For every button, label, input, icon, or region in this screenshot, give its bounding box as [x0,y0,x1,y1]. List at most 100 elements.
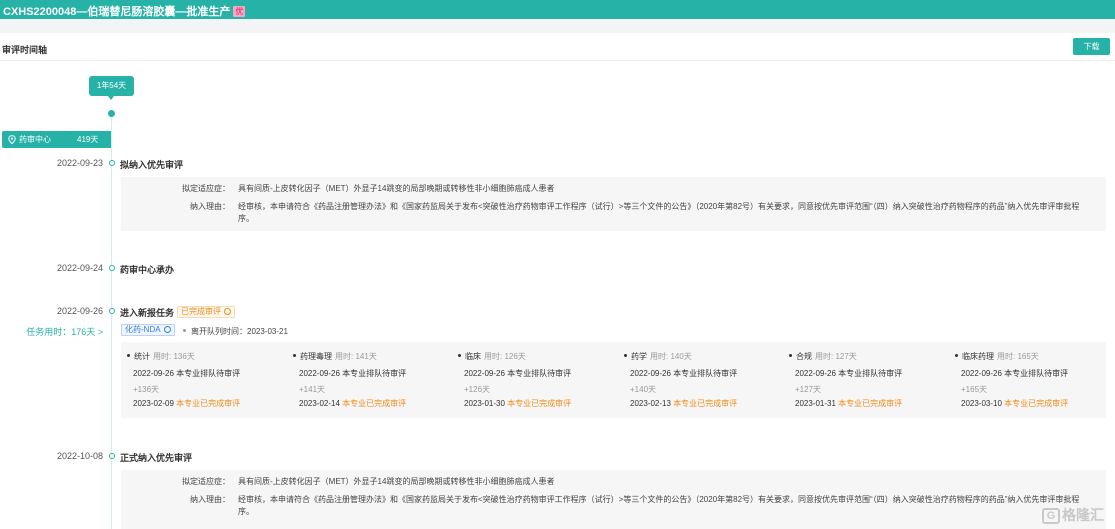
total-duration: 1年54天 [96,81,127,90]
info-value: 具有间质-上皮转化因子（MET）外显子14跳变的局部晚期或转移性非小细胞肺癌成人… [238,184,555,193]
review-done-date: 2023-02-14 [299,399,340,408]
event-date: 2022-10-08 [56,451,103,461]
review-name: 临床 [465,352,481,361]
review-delta: +126天 [464,385,491,394]
event-node [109,453,115,459]
review-column: 药理毒理 用时: 141天 2022-09-26 本专业排队待审评 +141天 2… [287,342,452,418]
review-queue-line: 2022-09-26 本专业排队待审评 [961,369,1069,378]
event-info-box: 拟定适应症： 具有间质-上皮转化因子（MET）外显子14跳变的局部晚期或转移性非… [121,470,1106,529]
review-delta: +165天 [961,385,988,394]
drug-type-tag: 化药-NDA [121,324,175,336]
review-queue-line: 2022-09-26 本专业排队待审评 [464,369,572,378]
leave-queue-time: 离开队列时间：2023-03-21 [183,326,288,337]
info-value: 经审核，本申请符合《药品注册管理办法》和《国家药监局关于发布<突破性治疗药物审评… [238,202,1080,223]
review-column: 临床 用时: 126天 2022-09-26 本专业排队待审评 +126天 202… [452,342,617,418]
review-used: 用时: 126天 [484,352,526,361]
review-delta: +136天 [133,385,160,394]
event-node [109,160,115,166]
review-done-date: 2023-01-31 [795,399,836,408]
review-done-status: 本专业已完成审评 [507,399,572,408]
review-done-date: 2023-03-10 [961,399,1002,408]
review-name: 统计 [134,352,150,361]
leave-queue-text: 离开队列时间：2023-03-21 [191,327,288,336]
event-date: 2022-09-24 [56,263,103,273]
review-name: 药学 [631,352,647,361]
review-name: 合规 [796,352,812,361]
divider [0,60,1115,61]
page: CXHS2200048—伯瑞替尼肠溶胶囊—批准生产优 审评时间轴 下载 1年54… [0,0,1115,529]
review-done-status: 本专业已完成审评 [342,399,407,408]
page-title: CXHS2200048—伯瑞替尼肠溶胶囊—批准生产 [3,6,231,18]
review-column: 临床药理 用时: 165天 2022-09-26 本专业排队待审评 +165天 2… [949,342,1114,418]
bullet-icon [624,354,627,357]
center-days: 419天 [77,135,99,144]
info-key: 纳入理由： [190,202,230,211]
review-name: 临床药理 [962,352,994,361]
info-value: 经审核，本申请符合《药品注册管理办法》和《国家药监局关于发布<突破性治疗药物审评… [238,495,1080,516]
watermark-glyph: G [1042,508,1060,524]
review-used: 用时: 140天 [650,352,692,361]
status-text: 已完成审评 [181,307,221,316]
info-key: 纳入理由： [190,495,230,504]
event-title: 进入新报任务 [120,308,175,318]
drug-type-text: 化药-NDA [125,325,161,334]
total-duration-bubble: 1年54天 [89,76,134,100]
event-node [109,265,115,271]
review-delta: +127天 [795,385,822,394]
location-pin-icon [8,135,16,144]
bullet-icon [127,354,130,357]
review-used: 用时: 141天 [335,352,377,361]
timeline-start-dot [108,110,115,117]
center-bar: 药审中心 419天 [2,131,111,148]
review-done-date: 2023-01-30 [464,399,505,408]
info-key: 拟定适应症： [182,184,230,193]
event-node [109,308,115,314]
review-used: 用时: 127天 [815,352,857,361]
review-done-date: 2023-02-09 [133,399,174,408]
status-badge: 已完成审评 [177,306,235,318]
review-queue-line: 2022-09-26 本专业排队待审评 [299,369,407,378]
bullet-icon [458,354,461,357]
download-button[interactable]: 下载 [1073,38,1110,55]
event-date: 2022-09-23 [56,158,103,168]
info-value: 具有间质-上皮转化因子（MET）外显子14跳变的局部晚期或转移性非小细胞肺癌成人… [238,477,555,486]
review-done-status: 本专业已完成审评 [1004,399,1069,408]
review-used: 用时: 136天 [153,352,195,361]
review-column: 合规 用时: 127天 2022-09-26 本专业排队待审评 +127天 202… [783,342,948,418]
event-title: 正式纳入优先审评 [120,453,193,463]
review-used: 用时: 165天 [997,352,1039,361]
review-name: 药理毒理 [300,352,332,361]
clock-icon [224,308,231,315]
bullet-icon [789,354,792,357]
clock-icon [163,326,171,333]
bullet-icon [183,329,186,332]
section-title: 审评时间轴 [2,45,48,55]
event-title: 拟纳入优先审评 [120,160,184,170]
event-date: 2022-09-26 [56,306,103,316]
header-bar: CXHS2200048—伯瑞替尼肠溶胶囊—批准生产优 [0,0,1115,19]
review-queue-line: 2022-09-26 本专业排队待审评 [630,369,738,378]
watermark-text: 格隆汇 [1062,507,1104,523]
bubble-pointer [108,96,114,100]
header-subbar [0,19,1115,33]
timeline-axis [111,112,112,529]
priority-badge: 优 [233,6,246,17]
bullet-icon [293,354,296,357]
review-queue-line: 2022-09-26 本专业排队待审评 [133,369,241,378]
review-done-status: 本专业已完成审评 [838,399,903,408]
review-done-date: 2023-02-13 [630,399,671,408]
event-title: 药审中心承办 [120,265,175,275]
review-grid: 统计 用时: 136天 2022-09-26 本专业排队待审评 +136天 202… [121,342,1106,418]
review-queue-line: 2022-09-26 本专业排队待审评 [795,369,903,378]
bullet-icon [955,354,958,357]
review-column: 药学 用时: 140天 2022-09-26 本专业排队待审评 +140天 202… [618,342,783,418]
review-delta: +140天 [630,385,657,394]
watermark-logo: G 格隆汇 [1042,505,1112,525]
task-time-link[interactable]: 任务用时：176天 > [0,325,103,338]
event-info-box: 拟定适应症： 具有间质-上皮转化因子（MET）外显子14跳变的局部晚期或转移性非… [121,177,1106,231]
review-column: 统计 用时: 136天 2022-09-26 本专业排队待审评 +136天 202… [121,342,286,418]
review-delta: +141天 [299,385,326,394]
review-done-status: 本专业已完成审评 [673,399,738,408]
center-label: 药审中心 [19,135,51,144]
review-done-status: 本专业已完成审评 [176,399,241,408]
